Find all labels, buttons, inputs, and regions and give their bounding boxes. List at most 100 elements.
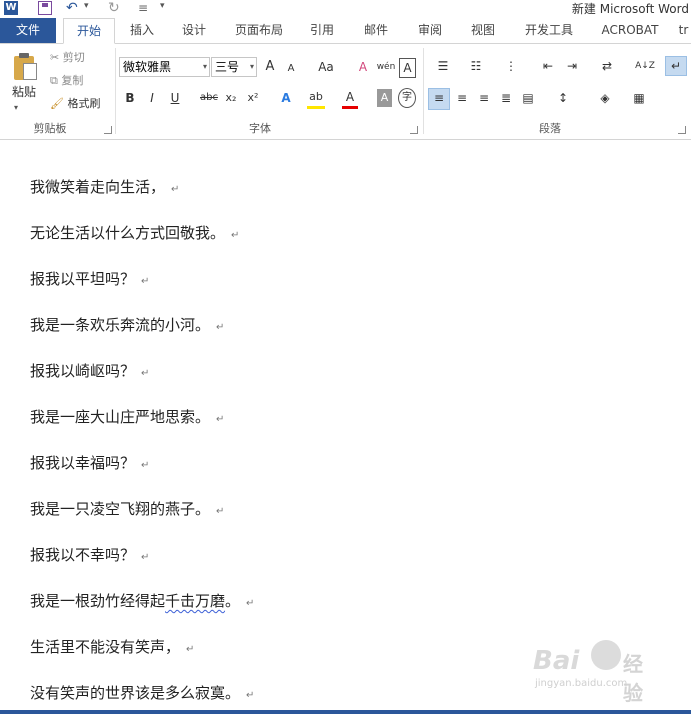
align-right-icon[interactable]: ≡ <box>474 89 494 107</box>
character-shading-icon[interactable]: A <box>377 89 392 107</box>
paragraph-launcher-icon[interactable] <box>678 126 686 134</box>
paragraph-mark-icon: ↵ <box>141 276 150 287</box>
strikethrough-icon[interactable]: abc <box>198 89 220 107</box>
document-line: 报我以不幸吗？ ↵ <box>30 546 150 564</box>
document-line: 我是一条欢乐奔流的小河。 ↵ <box>30 316 225 334</box>
highlight-icon[interactable]: ab <box>307 88 325 109</box>
paragraph-mark-icon: ↵ <box>246 690 255 701</box>
document-line: 无论生活以什么方式回敬我。 ↵ <box>30 224 240 242</box>
paragraph-mark-icon: ↵ <box>246 598 255 609</box>
undo-icon[interactable]: ↶ <box>66 1 78 15</box>
document-line: 生活里不能没有笑声， ↵ <box>30 638 195 656</box>
sort-icon[interactable]: A↓Z <box>635 57 655 75</box>
format-painter-button[interactable]: 🖌 格式刷 <box>50 96 100 112</box>
paragraph-mark-icon: ↵ <box>141 460 150 471</box>
paragraph-mark-icon: ↵ <box>231 230 240 241</box>
underline-icon[interactable]: U <box>168 89 182 107</box>
paragraph-mark-icon: ↵ <box>141 368 150 379</box>
phonetic-guide-icon[interactable]: wén <box>376 58 396 76</box>
superscript-icon[interactable]: x² <box>245 89 261 107</box>
redo-icon[interactable]: ↻ <box>108 1 120 15</box>
word-logo-icon[interactable]: W <box>4 1 18 15</box>
font-size-combo[interactable]: 三号 ▾ <box>211 57 257 77</box>
customize-qat-icon[interactable]: ≡ <box>138 1 148 15</box>
window-title: 新建 Microsoft Word <box>571 2 689 16</box>
baidu-watermark: Bai 经验 jingyan.baidu.com <box>533 638 653 705</box>
document-line: 没有笑声的世界该是多么寂寞。 ↵ <box>30 684 255 702</box>
tab-page-layout[interactable]: 页面布局 <box>228 18 290 43</box>
paste-dropdown-icon[interactable]: ▾ <box>14 100 18 116</box>
document-line: 我是一只凌空飞翔的燕子。 ↵ <box>30 500 225 518</box>
chinese-layout-icon[interactable]: ⇄ <box>592 57 622 75</box>
document-line: 报我以崎岖吗？ ↵ <box>30 362 150 380</box>
tab-home[interactable]: 开始 <box>63 18 115 44</box>
align-left-icon[interactable]: ≡ <box>428 88 450 110</box>
tab-design[interactable]: 设计 <box>174 18 214 43</box>
save-icon[interactable] <box>38 1 52 15</box>
font-launcher-icon[interactable] <box>410 126 418 134</box>
document-line: 报我以幸福吗？ ↵ <box>30 454 150 472</box>
tab-view[interactable]: 视图 <box>463 18 503 43</box>
undo-dropdown-icon[interactable]: ▾ <box>84 1 89 11</box>
shrink-font-icon[interactable]: A <box>284 60 298 78</box>
customize-dropdown-icon[interactable]: ▾ <box>160 1 165 11</box>
bullets-icon[interactable]: ☰ <box>430 57 456 75</box>
show-marks-icon[interactable]: ↵ <box>665 56 687 76</box>
multilevel-list-icon[interactable]: ⋮ <box>496 57 526 75</box>
font-group-label: 字体 <box>249 122 271 135</box>
paragraph-mark-icon: ↵ <box>186 644 195 655</box>
align-center-icon[interactable]: ≡ <box>452 89 472 107</box>
change-case-icon[interactable]: Aa <box>311 58 341 76</box>
paragraph-mark-icon: ↵ <box>216 414 225 425</box>
ribbon-tabs: 文件 开始 插入 设计 页面布局 引用 邮件 审阅 视图 开发工具 ACROBA… <box>0 18 691 44</box>
tab-overflow[interactable]: tr <box>676 18 691 43</box>
copy-icon: ⧉ <box>50 74 58 87</box>
cut-button[interactable]: ✂ 剪切 <box>50 50 85 66</box>
tab-insert[interactable]: 插入 <box>122 18 162 43</box>
status-bar-edge <box>0 710 691 714</box>
borders-icon[interactable]: ▦ <box>624 89 654 107</box>
shading-icon[interactable]: ◈ <box>590 89 620 107</box>
tab-mailings[interactable]: 邮件 <box>356 18 396 43</box>
decrease-indent-icon[interactable]: ⇤ <box>538 57 558 75</box>
tab-references[interactable]: 引用 <box>302 18 342 43</box>
tab-review[interactable]: 审阅 <box>410 18 450 43</box>
group-divider <box>115 48 116 134</box>
paragraph-mark-icon: ↵ <box>141 552 150 563</box>
tab-file[interactable]: 文件 <box>0 18 56 43</box>
bold-icon[interactable]: B <box>123 89 137 107</box>
paragraph-mark-icon: ↵ <box>216 322 225 333</box>
quick-access-toolbar: W ↶ ▾ ↻ ≡ ▾ 新建 Microsoft Word <box>0 0 691 18</box>
document-line: 报我以平坦吗？ ↵ <box>30 270 150 288</box>
clear-formatting-icon[interactable]: A <box>355 58 371 76</box>
document-line: 我微笑着走向生活， ↵ <box>30 178 180 196</box>
line-spacing-icon[interactable]: ↕ <box>548 89 578 107</box>
document-page[interactable]: 我微笑着走向生活， ↵ 无论生活以什么方式回敬我。 ↵ 报我以平坦吗？ ↵ 我是一条欢… <box>0 140 691 710</box>
grow-font-icon[interactable]: A <box>262 58 278 76</box>
spelling-squiggle[interactable]: 千击万磨 <box>165 592 225 610</box>
paragraph-group-label: 段落 <box>539 122 561 135</box>
copy-button[interactable]: ⧉ 复制 <box>50 73 83 89</box>
distributed-icon[interactable]: ▤ <box>518 89 538 107</box>
numbering-icon[interactable]: ☷ <box>463 57 489 75</box>
italic-icon[interactable]: I <box>145 89 159 107</box>
clipboard-launcher-icon[interactable] <box>104 126 112 134</box>
group-divider <box>423 48 424 134</box>
font-name-combo[interactable]: 微软雅黑 ▾ <box>119 57 210 77</box>
scissors-icon: ✂ <box>50 51 60 64</box>
paste-icon[interactable] <box>12 52 38 80</box>
font-color-icon[interactable]: A <box>342 88 358 109</box>
paragraph-mark-icon: ↵ <box>171 184 180 195</box>
subscript-icon[interactable]: x₂ <box>223 89 239 107</box>
justify-icon[interactable]: ≣ <box>496 89 516 107</box>
paw-icon <box>591 640 621 670</box>
document-line: 我是一根劲竹经得起千击万磨。 ↵ <box>30 592 255 610</box>
paragraph-mark-icon: ↵ <box>216 506 225 517</box>
increase-indent-icon[interactable]: ⇥ <box>562 57 582 75</box>
character-border-icon[interactable]: A <box>399 58 416 78</box>
tab-developer[interactable]: 开发工具 <box>518 18 580 43</box>
enclose-characters-icon[interactable]: 字 <box>398 88 416 108</box>
tab-acrobat[interactable]: ACROBAT <box>596 18 664 43</box>
text-effects-icon[interactable]: A <box>278 89 294 107</box>
paste-button[interactable]: 粘贴 <box>12 84 36 100</box>
